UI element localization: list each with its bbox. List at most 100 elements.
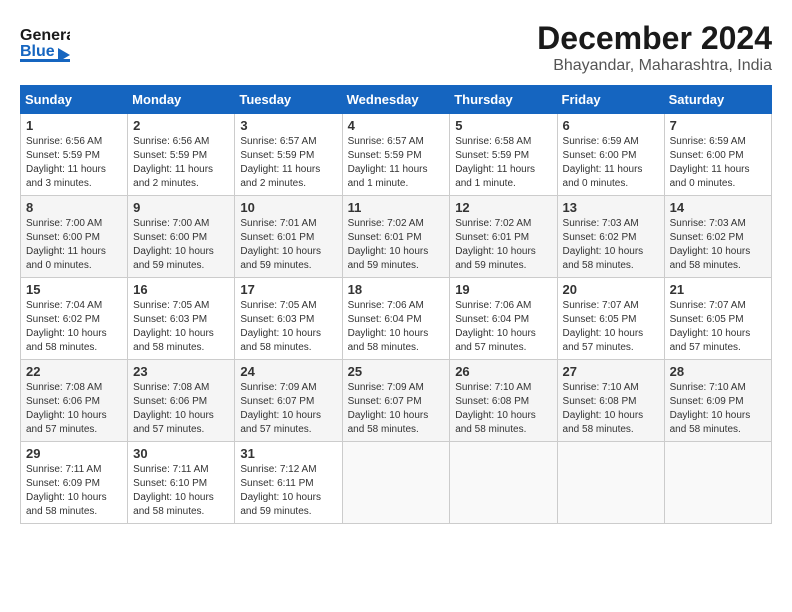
table-row: 18 Sunrise: 7:06 AMSunset: 6:04 PMDayligh… xyxy=(342,278,450,360)
table-row: 8 Sunrise: 7:00 AMSunset: 6:00 PMDaylight… xyxy=(21,196,128,278)
table-row: 27 Sunrise: 7:10 AMSunset: 6:08 PMDayligh… xyxy=(557,360,664,442)
table-row: 5 Sunrise: 6:58 AMSunset: 5:59 PMDaylight… xyxy=(450,114,557,196)
day-info: Sunrise: 7:10 AMSunset: 6:08 PMDaylight:… xyxy=(563,381,659,437)
table-row: 28 Sunrise: 7:10 AMSunset: 6:09 PMDayligh… xyxy=(664,360,771,442)
calendar-week-row: 29 Sunrise: 7:11 AMSunset: 6:09 PMDayligh… xyxy=(21,442,772,524)
day-number: 23 xyxy=(133,364,229,379)
day-number: 10 xyxy=(240,200,336,215)
day-number: 25 xyxy=(348,364,445,379)
day-number: 11 xyxy=(348,200,445,215)
day-info: Sunrise: 7:02 AMSunset: 6:01 PMDaylight:… xyxy=(348,217,445,273)
table-row: 4 Sunrise: 6:57 AMSunset: 5:59 PMDaylight… xyxy=(342,114,450,196)
table-row xyxy=(450,442,557,524)
day-info: Sunrise: 7:06 AMSunset: 6:04 PMDaylight:… xyxy=(455,299,551,355)
table-row: 11 Sunrise: 7:02 AMSunset: 6:01 PMDayligh… xyxy=(342,196,450,278)
calendar-week-row: 1Sunrise: 6:56 AMSunset: 5:59 PMDaylight… xyxy=(21,114,772,196)
table-row: 3Sunrise: 6:57 AMSunset: 5:59 PMDaylight… xyxy=(235,114,342,196)
day-number: 31 xyxy=(240,446,336,461)
day-info: Sunrise: 7:11 AMSunset: 6:09 PMDaylight:… xyxy=(26,463,122,519)
svg-text:General: General xyxy=(20,27,70,44)
day-number: 27 xyxy=(563,364,659,379)
table-row: 24Sunrise: 7:09 AMSunset: 6:07 PMDayligh… xyxy=(235,360,342,442)
table-row: 17Sunrise: 7:05 AMSunset: 6:03 PMDayligh… xyxy=(235,278,342,360)
svg-text:Blue: Blue xyxy=(20,43,55,60)
day-info: Sunrise: 7:00 AMSunset: 6:00 PMDaylight:… xyxy=(26,217,122,273)
page-title: December 2024 xyxy=(537,20,772,57)
day-info: Sunrise: 7:08 AMSunset: 6:06 PMDaylight:… xyxy=(26,381,122,437)
table-row: 16 Sunrise: 7:05 AMSunset: 6:03 PMDayligh… xyxy=(128,278,235,360)
calendar-header-row: Sunday Monday Tuesday Wednesday Thursday… xyxy=(21,86,772,114)
day-info: Sunrise: 6:57 AMSunset: 5:59 PMDaylight:… xyxy=(348,135,445,191)
table-row: 12Sunrise: 7:02 AMSunset: 6:01 PMDayligh… xyxy=(450,196,557,278)
table-row: 6 Sunrise: 6:59 AMSunset: 6:00 PMDaylight… xyxy=(557,114,664,196)
day-number: 9 xyxy=(133,200,229,215)
table-row: 7 Sunrise: 6:59 AMSunset: 6:00 PMDaylight… xyxy=(664,114,771,196)
col-friday: Friday xyxy=(557,86,664,114)
table-row: 9 Sunrise: 7:00 AMSunset: 6:00 PMDaylight… xyxy=(128,196,235,278)
day-info: Sunrise: 7:05 AMSunset: 6:03 PMDaylight:… xyxy=(133,299,229,355)
day-info: Sunrise: 7:09 AMSunset: 6:07 PMDaylight:… xyxy=(240,381,336,437)
day-number: 17 xyxy=(240,282,336,297)
logo: General Blue xyxy=(20,20,70,70)
day-info: Sunrise: 7:07 AMSunset: 6:05 PMDaylight:… xyxy=(670,299,766,355)
table-row: 25 Sunrise: 7:09 AMSunset: 6:07 PMDayligh… xyxy=(342,360,450,442)
col-monday: Monday xyxy=(128,86,235,114)
table-row: 31 Sunrise: 7:12 AMSunset: 6:11 PMDayligh… xyxy=(235,442,342,524)
table-row: 2Sunrise: 6:56 AMSunset: 5:59 PMDaylight… xyxy=(128,114,235,196)
day-number: 4 xyxy=(348,118,445,133)
logo-icon: General Blue xyxy=(20,20,70,70)
table-row: 15 Sunrise: 7:04 AMSunset: 6:02 PMDayligh… xyxy=(21,278,128,360)
col-thursday: Thursday xyxy=(450,86,557,114)
day-info: Sunrise: 7:09 AMSunset: 6:07 PMDaylight:… xyxy=(348,381,445,437)
day-number: 26 xyxy=(455,364,551,379)
day-number: 5 xyxy=(455,118,551,133)
day-number: 7 xyxy=(670,118,766,133)
day-number: 28 xyxy=(670,364,766,379)
day-number: 22 xyxy=(26,364,122,379)
day-info: Sunrise: 7:03 AMSunset: 6:02 PMDaylight:… xyxy=(670,217,766,273)
day-number: 16 xyxy=(133,282,229,297)
calendar-week-row: 8 Sunrise: 7:00 AMSunset: 6:00 PMDaylight… xyxy=(21,196,772,278)
day-info: Sunrise: 7:06 AMSunset: 6:04 PMDaylight:… xyxy=(348,299,445,355)
day-number: 13 xyxy=(563,200,659,215)
day-info: Sunrise: 7:12 AMSunset: 6:11 PMDaylight:… xyxy=(240,463,336,519)
day-info: Sunrise: 6:59 AMSunset: 6:00 PMDaylight:… xyxy=(670,135,766,191)
table-row: 10 Sunrise: 7:01 AMSunset: 6:01 PMDayligh… xyxy=(235,196,342,278)
table-row xyxy=(557,442,664,524)
day-info: Sunrise: 7:02 AMSunset: 6:01 PMDaylight:… xyxy=(455,217,551,273)
day-number: 21 xyxy=(670,282,766,297)
col-saturday: Saturday xyxy=(664,86,771,114)
table-row: 1Sunrise: 6:56 AMSunset: 5:59 PMDaylight… xyxy=(21,114,128,196)
col-sunday: Sunday xyxy=(21,86,128,114)
day-number: 29 xyxy=(26,446,122,461)
day-info: Sunrise: 6:59 AMSunset: 6:00 PMDaylight:… xyxy=(563,135,659,191)
day-number: 2 xyxy=(133,118,229,133)
day-number: 8 xyxy=(26,200,122,215)
table-row: 30Sunrise: 7:11 AMSunset: 6:10 PMDayligh… xyxy=(128,442,235,524)
table-row xyxy=(342,442,450,524)
day-info: Sunrise: 7:08 AMSunset: 6:06 PMDaylight:… xyxy=(133,381,229,437)
day-number: 18 xyxy=(348,282,445,297)
day-number: 15 xyxy=(26,282,122,297)
day-info: Sunrise: 7:10 AMSunset: 6:09 PMDaylight:… xyxy=(670,381,766,437)
page-header: General Blue December 2024 Bhayandar, Ma… xyxy=(20,20,772,75)
day-info: Sunrise: 7:04 AMSunset: 6:02 PMDaylight:… xyxy=(26,299,122,355)
calendar-week-row: 15 Sunrise: 7:04 AMSunset: 6:02 PMDayligh… xyxy=(21,278,772,360)
day-number: 6 xyxy=(563,118,659,133)
day-info: Sunrise: 6:58 AMSunset: 5:59 PMDaylight:… xyxy=(455,135,551,191)
day-info: Sunrise: 7:11 AMSunset: 6:10 PMDaylight:… xyxy=(133,463,229,519)
table-row: 22 Sunrise: 7:08 AMSunset: 6:06 PMDayligh… xyxy=(21,360,128,442)
table-row xyxy=(664,442,771,524)
table-row: 23 Sunrise: 7:08 AMSunset: 6:06 PMDayligh… xyxy=(128,360,235,442)
table-row: 21 Sunrise: 7:07 AMSunset: 6:05 PMDayligh… xyxy=(664,278,771,360)
page-subtitle: Bhayandar, Maharashtra, India xyxy=(537,57,772,75)
col-tuesday: Tuesday xyxy=(235,86,342,114)
table-row: 13Sunrise: 7:03 AMSunset: 6:02 PMDayligh… xyxy=(557,196,664,278)
day-info: Sunrise: 7:10 AMSunset: 6:08 PMDaylight:… xyxy=(455,381,551,437)
table-row: 20Sunrise: 7:07 AMSunset: 6:05 PMDayligh… xyxy=(557,278,664,360)
table-row: 19Sunrise: 7:06 AMSunset: 6:04 PMDayligh… xyxy=(450,278,557,360)
day-info: Sunrise: 7:01 AMSunset: 6:01 PMDaylight:… xyxy=(240,217,336,273)
calendar-week-row: 22 Sunrise: 7:08 AMSunset: 6:06 PMDayligh… xyxy=(21,360,772,442)
day-info: Sunrise: 7:00 AMSunset: 6:00 PMDaylight:… xyxy=(133,217,229,273)
table-row: 29 Sunrise: 7:11 AMSunset: 6:09 PMDayligh… xyxy=(21,442,128,524)
